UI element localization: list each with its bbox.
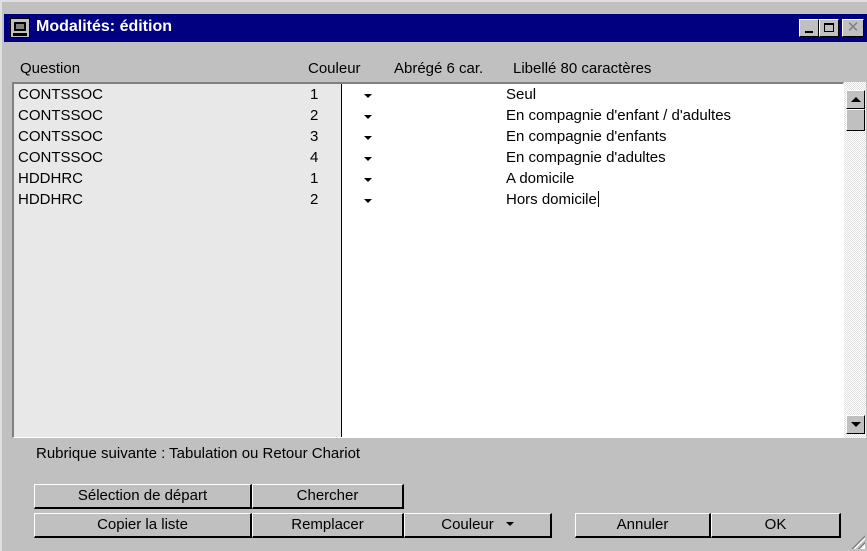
row-question: CONTSSOC — [18, 107, 104, 124]
annuler-button[interactable]: Annuler — [575, 513, 711, 538]
row-question: HDDHRC — [18, 170, 83, 187]
row-libelle[interactable]: Seul — [506, 86, 536, 103]
chercher-label: Chercher — [296, 487, 359, 504]
ok-button[interactable]: OK — [711, 513, 841, 538]
resize-grip[interactable] — [851, 535, 865, 549]
modalites-edition-window: Modalités: édition ✕ Question Couleur Ab… — [0, 0, 867, 551]
row-number: 1 — [310, 170, 319, 187]
row-libelle[interactable]: En compagnie d'adultes — [506, 149, 666, 166]
row-libelle[interactable]: En compagnie d'enfants — [506, 128, 666, 145]
row-question: CONTSSOC — [18, 128, 104, 145]
selection-depart-button[interactable]: Sélection de départ — [34, 484, 252, 509]
remplacer-label: Remplacer — [291, 516, 364, 533]
close-button[interactable]: ✕ — [842, 19, 864, 37]
row-question: CONTSSOC — [18, 149, 104, 166]
chercher-button[interactable]: Chercher — [252, 484, 404, 509]
row-number: 2 — [310, 191, 319, 208]
dropdown-arrow-icon[interactable] — [364, 178, 372, 182]
row-libelle[interactable]: En compagnie d'enfant / d'adultes — [506, 107, 731, 124]
annuler-label: Annuler — [616, 516, 669, 533]
status-text: Rubrique suivante : Tabulation ou Retour… — [36, 445, 361, 462]
vertical-scrollbar[interactable] — [844, 82, 866, 438]
header-libelle: Libellé 80 caractères — [513, 60, 652, 77]
row-number: 4 — [310, 149, 319, 166]
dropdown-arrow-icon[interactable] — [364, 136, 372, 140]
text-cursor — [597, 191, 599, 207]
dropdown-arrow-icon[interactable] — [364, 94, 372, 98]
copier-liste-label: Copier la liste — [97, 516, 188, 533]
header-abrege: Abrégé 6 car. — [394, 60, 484, 77]
scroll-down-button[interactable] — [846, 415, 865, 434]
header-couleur: Couleur — [308, 60, 361, 77]
list-row[interactable]: CONTSSOC 3 En compagnie d'enfants — [14, 128, 843, 149]
row-libelle[interactable]: A domicile — [506, 170, 574, 187]
row-number: 2 — [310, 107, 319, 124]
modalities-list[interactable]: CONTSSOC 1 Seul CONTSSOC 2 En compagnie … — [12, 82, 844, 438]
dropdown-arrow-icon[interactable] — [364, 199, 372, 203]
app-icon[interactable] — [10, 18, 30, 38]
remplacer-button[interactable]: Remplacer — [252, 513, 404, 538]
close-icon: ✕ — [846, 19, 860, 36]
couleur-label: Couleur — [441, 516, 494, 533]
title-bar[interactable]: Modalités: édition ✕ — [4, 14, 867, 42]
list-row[interactable]: HDDHRC 1 A domicile — [14, 170, 843, 191]
dropdown-arrow-icon — [505, 522, 514, 526]
couleur-dropdown-button[interactable]: Couleur — [404, 513, 552, 538]
window-title: Modalités: édition — [36, 18, 172, 35]
list-row[interactable]: CONTSSOC 2 En compagnie d'enfant / d'adu… — [14, 107, 843, 128]
row-libelle[interactable]: Hors domicile — [506, 191, 597, 208]
minimize-icon — [805, 31, 813, 33]
row-number: 1 — [310, 86, 319, 103]
row-number: 3 — [310, 128, 319, 145]
scroll-up-icon — [851, 97, 861, 102]
dropdown-arrow-icon[interactable] — [364, 115, 372, 119]
scroll-thumb[interactable] — [846, 109, 865, 131]
row-question: HDDHRC — [18, 191, 83, 208]
header-question: Question — [20, 60, 81, 77]
list-row[interactable]: CONTSSOC 1 Seul — [14, 86, 843, 107]
minimize-button[interactable] — [799, 19, 819, 37]
scroll-up-button[interactable] — [846, 90, 865, 109]
copier-liste-button[interactable]: Copier la liste — [34, 513, 252, 538]
maximize-icon — [824, 23, 834, 32]
selection-depart-label: Sélection de départ — [77, 487, 208, 504]
ok-label: OK — [764, 516, 787, 533]
scroll-down-icon — [851, 422, 861, 427]
maximize-button[interactable] — [819, 19, 839, 37]
dropdown-arrow-icon[interactable] — [364, 157, 372, 161]
list-row[interactable]: CONTSSOC 4 En compagnie d'adultes — [14, 149, 843, 170]
row-question: CONTSSOC — [18, 86, 104, 103]
list-row[interactable]: HDDHRC 2 Hors domicile — [14, 191, 843, 212]
row-libelle-editing[interactable]: Hors domicile — [506, 191, 599, 208]
